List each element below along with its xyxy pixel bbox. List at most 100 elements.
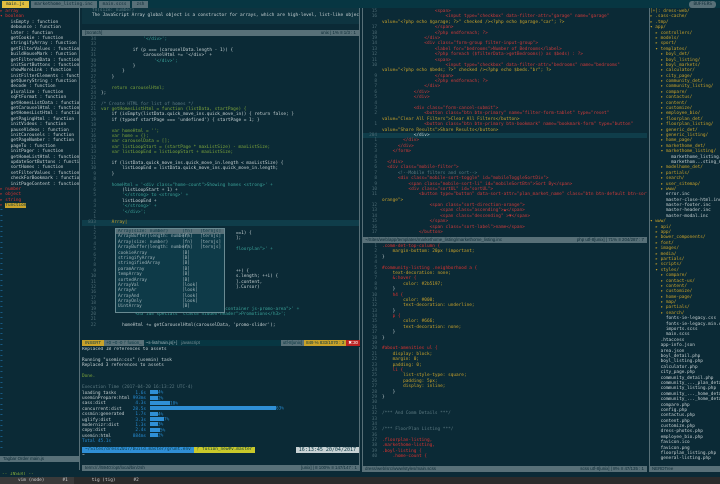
code-text: <input type="checkbox" data-filter-attr=… [382, 14, 610, 20]
task-bar [150, 422, 158, 427]
task-bar [150, 433, 158, 438]
tree-node[interactable]: community_listing.php [650, 386, 720, 391]
nerdtree-status-text: NERDTree [652, 466, 674, 471]
tree-node[interactable]: ▾ markethome_listing/ [650, 149, 720, 154]
code-text: <?php endforeach; ?> [382, 30, 488, 36]
css-editor[interactable]: 1 .comm-det-top-column {2 margin-bottom: … [362, 243, 647, 466]
buffers-label: BUFFERS [689, 1, 716, 8]
code-text: <button class="btn btn-primary btn-bookm… [382, 122, 634, 128]
terminal-status-right: [unix] | 8 100% ≡ 147/147 : 1 [301, 465, 357, 470]
tag-label: checkForBookmark : function [10, 176, 80, 182]
code-text: listLoopEnd = listData.quick_move_ins.qu… [101, 166, 279, 172]
code-text: <div class="mobile-filter"> [382, 165, 459, 171]
code-text: <button class="btn btn-primary" name="fi… [382, 111, 610, 117]
exec-total: Total 45.1s [82, 438, 112, 444]
code-text: homeHtml = '<div class="home-count">Show… [101, 182, 273, 188]
tag-label: stringifyArray : function [10, 41, 77, 47]
tag-label: sqFtFormat : function [10, 95, 67, 101]
line-number: 11 [371, 192, 377, 198]
php-editor[interactable]: 15 <span> 16 <input type="checkbox" data-… [362, 8, 647, 237]
task-percent: 7% [164, 417, 170, 423]
file-type: javascript [181, 340, 200, 345]
tag-label: initVideos : function [10, 122, 67, 128]
code-text: if (typeof startPage === 'undefined') { … [101, 117, 260, 123]
tab-item[interactable]: markethome_listing.inc [30, 1, 97, 8]
code-text: } [382, 394, 385, 400]
tag-label: initFilterElements : function [10, 73, 80, 79]
tab-item[interactable]: main.scss [98, 1, 131, 8]
task-bar [150, 395, 158, 400]
tree-node[interactable]: general-listing.php [650, 456, 720, 461]
completion-popup[interactable]: Array(size: number) [fn] [ternjs] ArrayBuff… [115, 228, 225, 313]
tag-label: debounce : function [10, 25, 61, 31]
tagbar-status: Tagbar Order main.js [0, 456, 80, 462]
code-text: <!--Mobile filters and sort--> [382, 170, 478, 176]
code-text: value="<?php echo $beds; ?>" checked /><… [382, 68, 552, 74]
code-text: } [382, 335, 385, 341]
code-text: /*** And Comm Details ***/ [382, 411, 451, 417]
hint-doc: The JavaScript Array global object is a … [92, 13, 360, 19]
code-text: list-style-type: square; [382, 373, 467, 379]
task-bar [150, 400, 170, 405]
completion-item[interactable]: UintArray [B] [116, 304, 224, 309]
code-text: <span class="sort-label">name</span> [382, 224, 525, 230]
prompt-branch: ᚠ fusion_new#v.master [193, 446, 256, 453]
tmux-window[interactable]: tig (tig) #2 [74, 477, 145, 484]
code-text: orange"> [382, 197, 404, 203]
code-text: } [101, 69, 125, 75]
code-text: if (isEmpty(listData.quick_move_ins.quic… [101, 112, 294, 118]
task-bar [150, 406, 276, 411]
error-count: ✖:30 [346, 340, 360, 346]
tree-node[interactable]: fonts-ie-legacy.css [650, 316, 720, 321]
code-line: 22 homeHtml += getCarouselHtml(carouselD… [82, 323, 359, 328]
code-text: margin-bottom: 20px !important; [382, 249, 475, 255]
code-text: display: inline; [382, 384, 446, 390]
tmux-bar: vim (node) #1 tig (tig) #2 [0, 477, 720, 484]
terminal[interactable]: Replaced 18 references to assets Running … [82, 347, 360, 465]
code-text: &:hover { [382, 276, 417, 282]
tab-item[interactable]: main.js [2, 1, 29, 8]
task-time: 884ms [132, 433, 146, 439]
tag-label: setFilterValues : function [10, 170, 80, 176]
tag-label: initPager : function [10, 149, 64, 155]
tag-label: buildHouseMark : function [10, 52, 77, 58]
code-line: 11 <button type="button" data-sort-attr=… [363, 192, 647, 197]
code-text: <span> [382, 57, 451, 63]
code-text: </div> [382, 95, 430, 101]
code-text: .home-count { [382, 454, 427, 460]
code-text: color: #666; [382, 319, 435, 325]
tag-label: getPageNumber : function [10, 138, 75, 144]
code-text: </div> [382, 138, 420, 144]
js-editor[interactable]: fn(size: number) The JavaScript Array gl… [82, 8, 360, 340]
code-text: var carouselData = []; [101, 139, 170, 145]
tree-node[interactable]: ▸ floorplan_listing/ [650, 122, 720, 127]
nerdtree[interactable]: [+]: dress-web/▸ .sass-cache/▸ .tmp/▾ ap… [649, 8, 720, 466]
code-text: var listLoopEnd = listLoopStart + maxLis… [101, 150, 234, 156]
code-text: text-decoration: underline; [382, 303, 475, 309]
task-percent: 63% [276, 406, 284, 412]
code-text: '</div>'; [101, 58, 178, 64]
js-statusline: INSERT +0 ~0 -0 ᚠ fusion_ ~s-list/main.js[… [82, 340, 360, 346]
task-bar [150, 411, 158, 416]
tag-label: sortHomes : function [10, 165, 64, 171]
tag-label: getHomesListHtml : function [10, 111, 80, 117]
encoding: utf-8[unix] [280, 340, 305, 346]
terminal-status-left: term://.//5940:/opt/local/bin/zsh [85, 465, 145, 470]
tag-label: boolean [5, 14, 24, 20]
tmux-window[interactable]: vim (node) #1 [0, 477, 74, 484]
tag-label: getFilterValues : function [10, 46, 80, 52]
code-line: 17 </button> [363, 230, 647, 235]
tag-label: getFilteredData : function [10, 57, 80, 63]
tag-label: string [5, 197, 22, 203]
completion-name: UintArray [118, 304, 142, 310]
code-text: } [382, 389, 396, 395]
code-text: } [382, 330, 396, 336]
prompt-path: ~/Sites/dress2017/build.master/grunt.env [82, 446, 194, 453]
task-percent: 2% [158, 433, 164, 439]
line-number: 17 [371, 230, 377, 236]
task-bar [150, 390, 158, 395]
scratch-status-left: [Scratch] [85, 30, 103, 35]
tab-item[interactable]: zsh [132, 1, 149, 8]
code-text: var homeHtml = ''; [101, 128, 160, 134]
tree-node[interactable]: community_..._home_detail.php [650, 397, 720, 402]
